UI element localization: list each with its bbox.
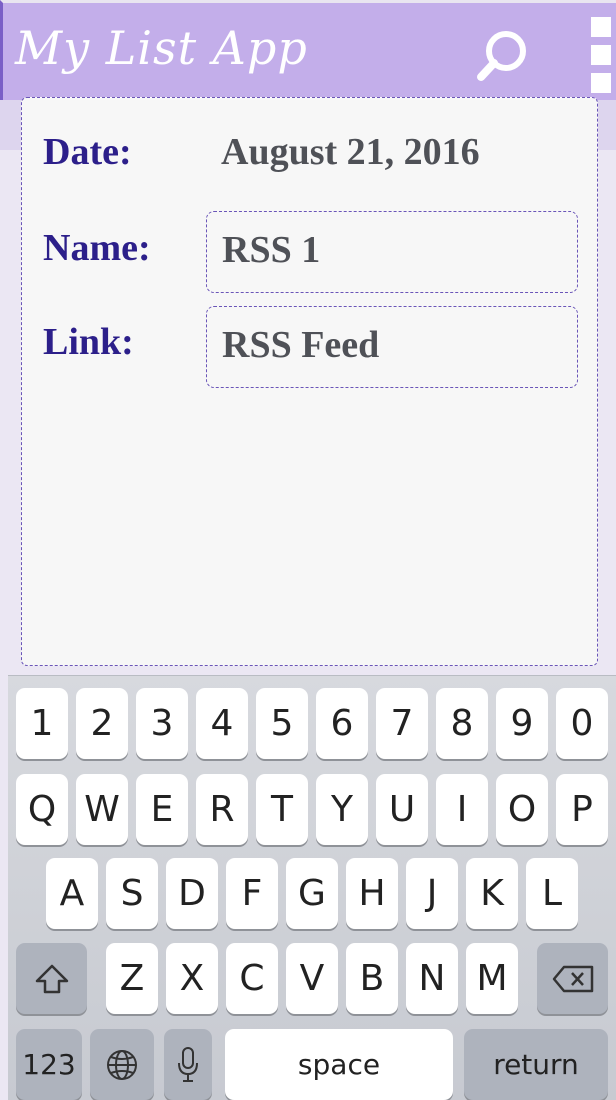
key-n[interactable]: N — [406, 943, 458, 1014]
on-screen-keyboard: 1234567890 QWERTYUIOP ASDFGHJKL ZXCVBNM … — [8, 675, 616, 1100]
numbers-key[interactable]: 123 — [16, 1029, 82, 1100]
app-bar: My List App — [0, 0, 616, 100]
return-key[interactable]: return — [464, 1029, 608, 1100]
shift-key[interactable] — [16, 943, 87, 1014]
key-7[interactable]: 7 — [376, 688, 428, 759]
key-9[interactable]: 9 — [496, 688, 548, 759]
key-j[interactable]: J — [406, 858, 458, 929]
key-0[interactable]: 0 — [556, 688, 608, 759]
globe-key[interactable] — [90, 1029, 154, 1100]
name-label: Name: — [43, 227, 151, 269]
shift-icon — [35, 964, 68, 993]
key-d[interactable]: D — [166, 858, 218, 929]
key-6[interactable]: 6 — [316, 688, 368, 759]
delete-key[interactable] — [537, 943, 608, 1014]
link-field[interactable]: RSS Feed — [206, 306, 578, 388]
entry-form-card: Date: August 21, 2016 Name: RSS 1 Link: … — [21, 97, 598, 666]
search-button[interactable] — [473, 27, 533, 87]
key-z[interactable]: Z — [106, 943, 158, 1014]
key-r[interactable]: R — [196, 774, 248, 845]
key-f[interactable]: F — [226, 858, 278, 929]
date-value: August 21, 2016 — [221, 131, 480, 173]
key-u[interactable]: U — [376, 774, 428, 845]
key-w[interactable]: W — [76, 774, 128, 845]
search-icon — [477, 31, 526, 81]
key-v[interactable]: V — [286, 943, 338, 1014]
date-label: Date: — [43, 131, 132, 173]
microphone-key[interactable] — [164, 1029, 212, 1100]
key-p[interactable]: P — [556, 774, 608, 845]
key-8[interactable]: 8 — [436, 688, 488, 759]
key-c[interactable]: C — [226, 943, 278, 1014]
globe-icon — [107, 1049, 137, 1080]
key-y[interactable]: Y — [316, 774, 368, 845]
key-3[interactable]: 3 — [136, 688, 188, 759]
key-x[interactable]: X — [166, 943, 218, 1014]
key-k[interactable]: K — [466, 858, 518, 929]
microphone-icon — [178, 1046, 198, 1082]
key-m[interactable]: M — [466, 943, 518, 1014]
key-g[interactable]: G — [286, 858, 338, 929]
key-5[interactable]: 5 — [256, 688, 308, 759]
name-field[interactable]: RSS 1 — [206, 211, 578, 293]
key-4[interactable]: 4 — [196, 688, 248, 759]
key-2[interactable]: 2 — [76, 688, 128, 759]
overflow-menu-icon — [591, 17, 611, 37]
space-key[interactable]: space — [225, 1029, 453, 1100]
key-h[interactable]: H — [346, 858, 398, 929]
app-title: My List App — [15, 21, 308, 75]
key-t[interactable]: T — [256, 774, 308, 845]
key-l[interactable]: L — [526, 858, 578, 929]
key-i[interactable]: I — [436, 774, 488, 845]
key-a[interactable]: A — [46, 858, 98, 929]
backspace-icon — [552, 965, 593, 992]
key-b[interactable]: B — [346, 943, 398, 1014]
link-label: Link: — [43, 321, 134, 363]
key-1[interactable]: 1 — [16, 688, 68, 759]
key-s[interactable]: S — [106, 858, 158, 929]
key-o[interactable]: O — [496, 774, 548, 845]
key-e[interactable]: E — [136, 774, 188, 845]
overflow-menu-button[interactable] — [591, 17, 615, 97]
key-q[interactable]: Q — [16, 774, 68, 845]
